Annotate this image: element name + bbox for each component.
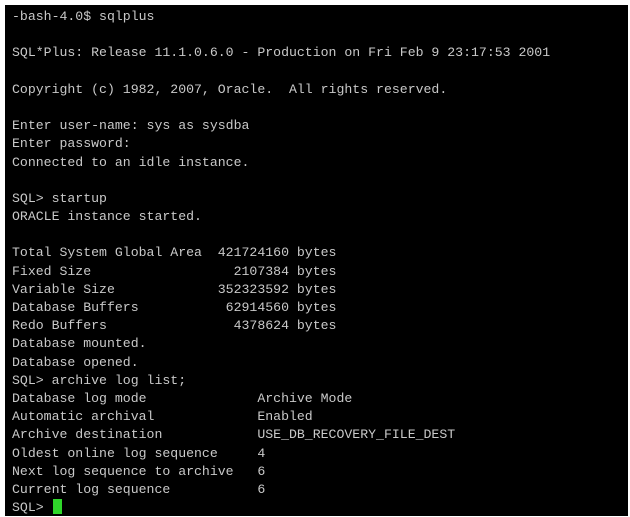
terminal-line: -bash-4.0$ sqlplus	[12, 9, 155, 24]
terminal-line: Fixed Size 2107384 bytes	[12, 263, 337, 279]
terminal-line: SQL> archive log list;	[12, 372, 187, 388]
terminal-line: Total System Global Area 421724160 bytes	[12, 245, 337, 261]
terminal-line: SQL> startup	[12, 190, 107, 206]
terminal-line: Enter password:	[12, 136, 131, 152]
sql-prompt: SQL>	[12, 500, 52, 516]
terminal-line: Archive destination USE_DB_RECOVERY_FILE…	[12, 427, 456, 443]
terminal-line: Connected to an idle instance.	[12, 154, 250, 170]
command-prompt-line[interactable]: SQL>	[12, 499, 628, 516]
text-cursor	[52, 499, 62, 515]
terminal-line: Database opened.	[12, 354, 139, 370]
terminal-line: Oldest online log sequence 4	[12, 445, 266, 461]
terminal-line: Database log mode Archive Mode	[12, 390, 353, 406]
terminal-window[interactable]: -bash-4.0$ sqlplus SQL*Plus: Release 11.…	[5, 5, 628, 516]
terminal-line: ORACLE instance started.	[12, 209, 202, 225]
terminal-line: Copyright (c) 1982, 2007, Oracle. All ri…	[12, 81, 448, 97]
terminal-line: Enter user-name: sys as sysdba	[12, 118, 250, 134]
terminal-line: SQL*Plus: Release 11.1.0.6.0 - Productio…	[12, 45, 551, 61]
terminal-line: Database Buffers 62914560 bytes	[12, 300, 337, 315]
terminal-line: Redo Buffers 4378624 bytes	[12, 318, 337, 334]
terminal-line: Next log sequence to archive 6	[12, 463, 266, 479]
terminal-line: Automatic archival Enabled	[12, 409, 313, 425]
terminal-output: -bash-4.0$ sqlplus SQL*Plus: Release 11.…	[12, 8, 628, 516]
terminal-line: Database mounted.	[12, 336, 147, 352]
terminal-line: Variable Size 352323592 bytes	[12, 281, 337, 297]
terminal-line: Current log sequence 6	[12, 481, 266, 497]
